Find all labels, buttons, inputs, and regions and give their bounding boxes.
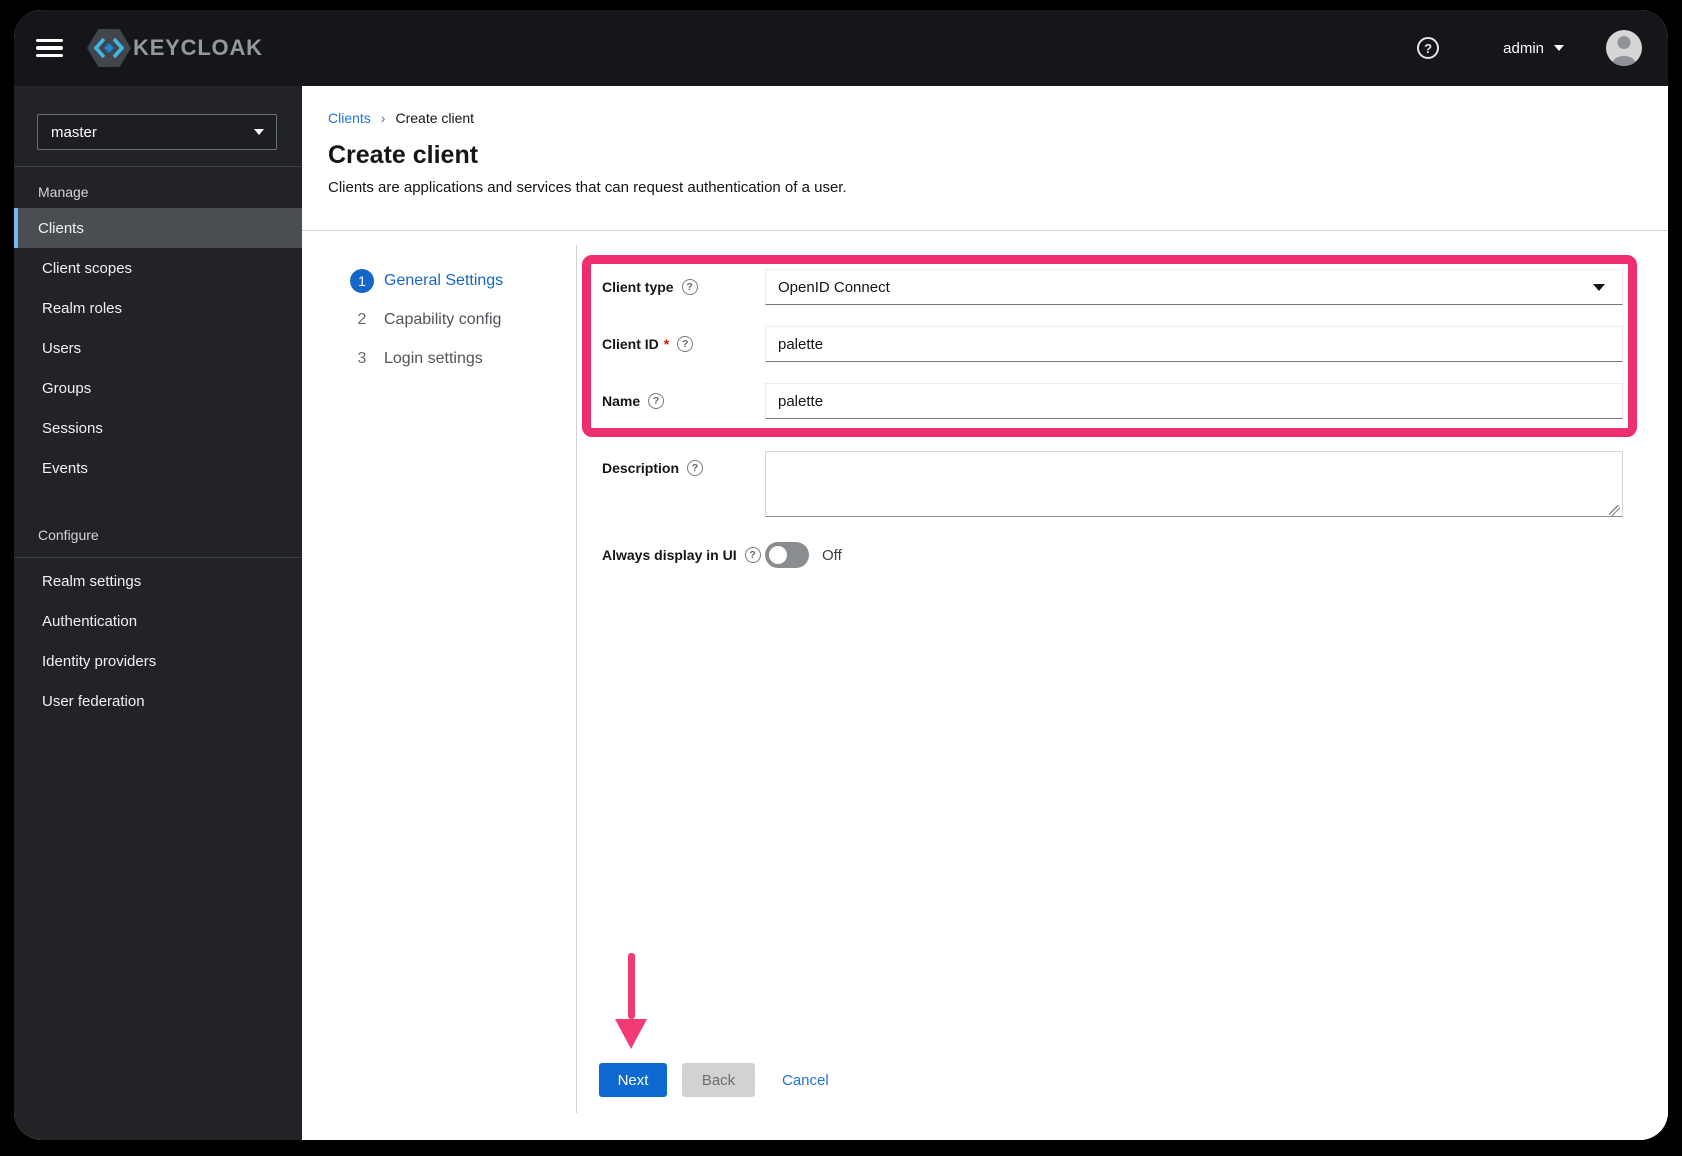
- sidebar-item-users[interactable]: Users: [14, 328, 302, 368]
- help-icon[interactable]: ?: [687, 460, 704, 476]
- sidebar-item-events[interactable]: Events: [14, 448, 302, 488]
- avatar[interactable]: [1606, 30, 1642, 66]
- client-type-select[interactable]: OpenID Connect: [765, 269, 1623, 305]
- chevron-down-icon: [254, 129, 264, 135]
- sidebar-item-realm-settings[interactable]: Realm settings: [14, 561, 302, 601]
- sidebar-item-sessions[interactable]: Sessions: [14, 408, 302, 448]
- toggle-state-label: Off: [822, 546, 842, 564]
- back-button[interactable]: Back: [682, 1063, 755, 1097]
- client-id-label: Client ID * ?: [602, 336, 765, 352]
- divider: [14, 557, 302, 558]
- sidebar-item-client-scopes[interactable]: Client scopes: [14, 248, 302, 288]
- breadcrumb-clients-link[interactable]: Clients: [328, 110, 371, 126]
- sidebar-item-realm-roles[interactable]: Realm roles: [14, 288, 302, 328]
- keycloak-logo[interactable]: KEYCLOAK: [87, 29, 263, 67]
- logo-wordmark: KEYCLOAK: [133, 35, 263, 60]
- page-title: Create client: [328, 141, 479, 169]
- breadcrumb-current: Create client: [395, 110, 475, 126]
- page-subtitle: Clients are applications and services th…: [328, 179, 847, 196]
- client-id-input[interactable]: [765, 326, 1623, 362]
- user-menu[interactable]: admin: [1503, 40, 1564, 57]
- name-input[interactable]: [765, 383, 1623, 419]
- sidebar-item-clients[interactable]: Clients: [14, 208, 302, 248]
- wizard-content: 1 General Settings 2 Capability config 3…: [302, 231, 1668, 1140]
- description-textarea[interactable]: [765, 451, 1623, 517]
- user-name: admin: [1503, 39, 1544, 57]
- sidebar-item-user-federation[interactable]: User federation: [14, 681, 302, 721]
- nav-section-configure: Configure: [38, 527, 99, 543]
- help-icon[interactable]: ?: [744, 547, 761, 563]
- main-content: Clients › Create client Create client Cl…: [302, 86, 1668, 1140]
- keycloak-logo-icon: [87, 29, 131, 67]
- chevron-down-icon: [1593, 284, 1605, 291]
- realm-selector[interactable]: master: [37, 114, 277, 150]
- name-label: Name ?: [602, 393, 765, 409]
- realm-selector-value: master: [51, 123, 97, 141]
- wizard-step-login-settings[interactable]: 3 Login settings: [302, 339, 576, 378]
- screen: KEYCLOAK ? admin master Manage Clients C…: [0, 0, 1682, 1156]
- sidebar: master Manage Clients Client scopes Real…: [14, 86, 302, 1140]
- general-settings-form: Client type ? OpenID Connect Client ID *…: [602, 231, 1623, 568]
- sidebar-item-identity-providers[interactable]: Identity providers: [14, 641, 302, 681]
- description-label: Description ?: [602, 460, 765, 476]
- sidebar-item-groups[interactable]: Groups: [14, 368, 302, 408]
- annotation-arrow-icon: [615, 953, 647, 1049]
- wizard-steps-nav: 1 General Settings 2 Capability config 3…: [302, 261, 576, 378]
- nav-section-manage: Manage: [38, 184, 89, 200]
- help-icon[interactable]: ?: [1417, 37, 1440, 59]
- breadcrumb-separator-icon: ›: [380, 110, 386, 126]
- next-button[interactable]: Next: [599, 1063, 667, 1097]
- cancel-button[interactable]: Cancel: [782, 1072, 829, 1089]
- help-icon[interactable]: ?: [681, 279, 698, 295]
- client-type-label: Client type ?: [602, 279, 765, 295]
- wizard-step-capability-config[interactable]: 2 Capability config: [302, 300, 576, 339]
- top-bar: KEYCLOAK ? admin: [14, 10, 1668, 86]
- divider: [576, 245, 577, 1113]
- wizard-step-general-settings[interactable]: 1 General Settings: [302, 261, 576, 300]
- chevron-down-icon: [1554, 45, 1564, 51]
- always-display-label: Always display in UI ?: [602, 547, 765, 563]
- always-display-toggle[interactable]: [765, 542, 809, 568]
- app-window: KEYCLOAK ? admin master Manage Clients C…: [14, 10, 1668, 1140]
- sidebar-item-authentication[interactable]: Authentication: [14, 601, 302, 641]
- page-header: Clients › Create client Create client Cl…: [302, 86, 1668, 231]
- help-icon[interactable]: ?: [648, 393, 665, 409]
- breadcrumb: Clients › Create client: [328, 110, 1668, 126]
- hamburger-menu-icon[interactable]: [36, 38, 63, 58]
- help-icon[interactable]: ?: [677, 336, 694, 352]
- required-asterisk: *: [663, 336, 670, 352]
- wizard-actions: Next Back Cancel: [599, 1063, 829, 1097]
